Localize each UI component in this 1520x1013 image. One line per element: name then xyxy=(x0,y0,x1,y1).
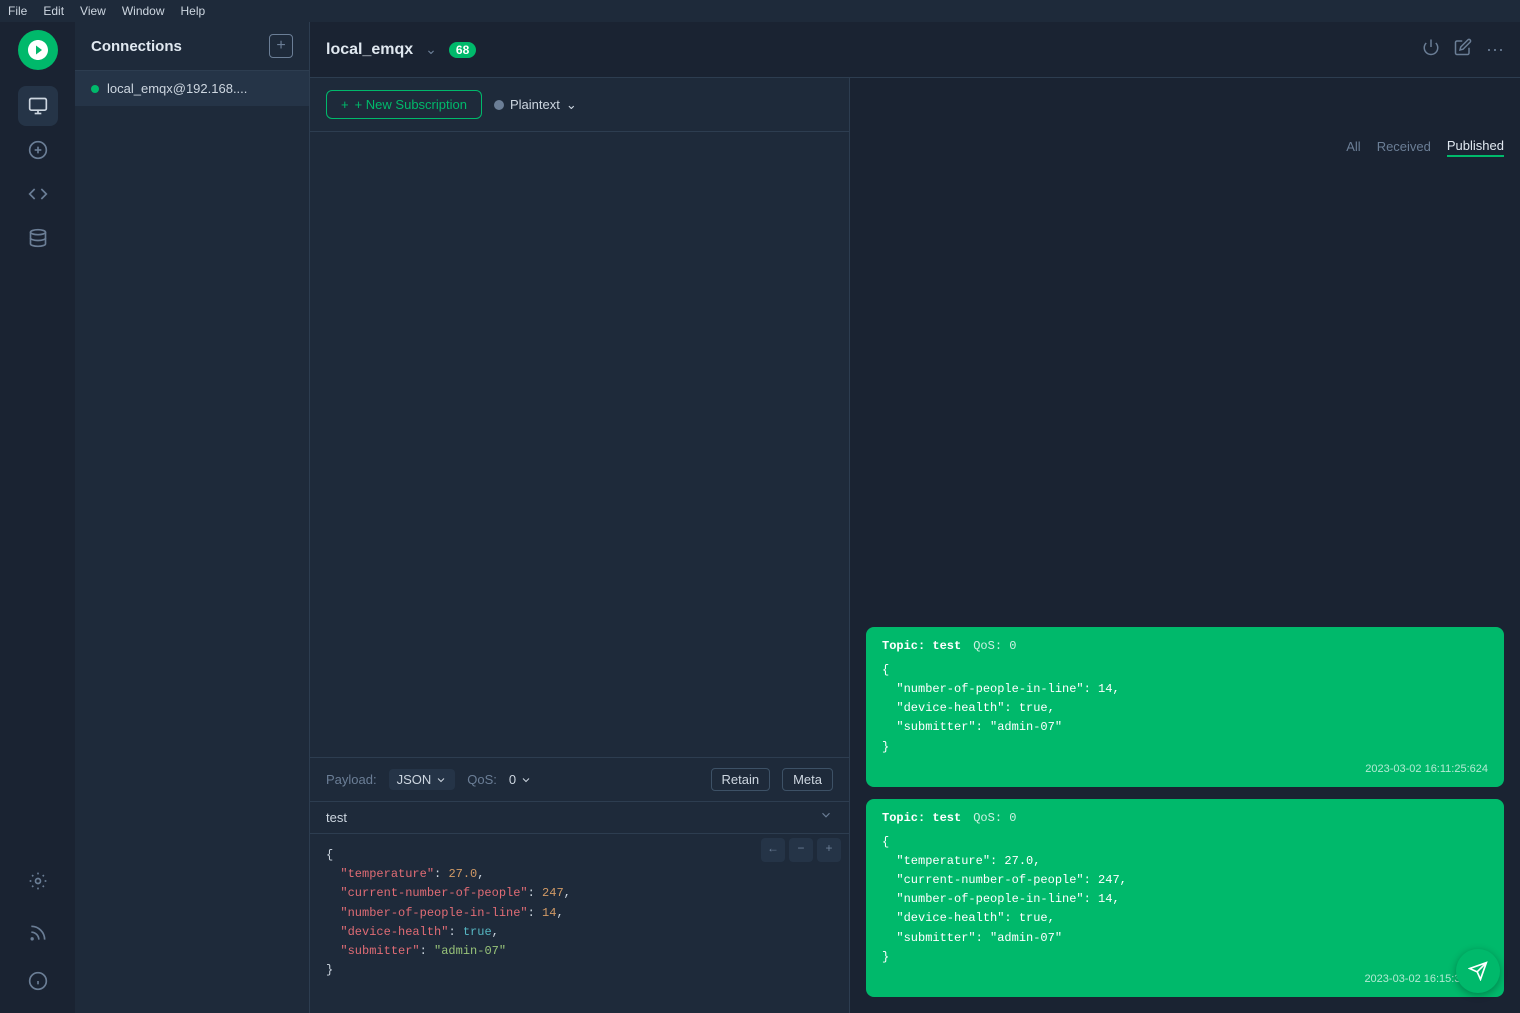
connections-header: Connections + xyxy=(75,22,309,71)
retain-button[interactable]: Retain xyxy=(711,768,771,791)
connection-label: local_emqx@192.168.... xyxy=(107,81,247,96)
sidebar-icon-database[interactable] xyxy=(18,218,58,258)
expand-icon[interactable] xyxy=(819,808,833,827)
menu-help[interactable]: Help xyxy=(181,4,206,18)
chevron-down-icon[interactable]: ⌄ xyxy=(425,41,437,58)
top-bar-actions: ··· xyxy=(1422,38,1504,61)
sidebar-icon-code[interactable] xyxy=(18,174,58,214)
payload-label: Payload: xyxy=(326,772,377,787)
filter-tabs: All Received Published xyxy=(1346,136,1504,157)
messages-panel: All Received Published Topic: test QoS: … xyxy=(850,78,1520,1013)
content-area: + + New Subscription Plaintext ⌄ Payload… xyxy=(310,78,1520,1013)
message-2-topic: Topic: test xyxy=(882,811,961,825)
power-icon[interactable] xyxy=(1422,38,1440,61)
app-body: Connections + local_emqx@192.168.... loc… xyxy=(0,22,1520,1013)
tab-published[interactable]: Published xyxy=(1447,136,1504,157)
qos-dropdown[interactable]: 0 xyxy=(509,772,532,787)
meta-button[interactable]: Meta xyxy=(782,768,833,791)
message-card-1: Topic: test QoS: 0 { "number-of-people-i… xyxy=(866,627,1504,787)
nav-back-button[interactable]: ← xyxy=(761,838,785,862)
sidebar-icon-settings[interactable] xyxy=(18,861,58,901)
send-button[interactable] xyxy=(1456,949,1500,993)
subscription-bar: + + New Subscription Plaintext ⌄ xyxy=(310,78,849,132)
connections-panel: Connections + local_emqx@192.168.... xyxy=(75,22,310,1013)
message-card-2: Topic: test QoS: 0 { "temperature": 27.0… xyxy=(866,799,1504,997)
sidebar-icon-connections[interactable] xyxy=(18,86,58,126)
menu-file[interactable]: File xyxy=(8,4,27,18)
connections-title: Connections xyxy=(91,38,182,55)
format-label: Plaintext xyxy=(510,97,560,112)
sidebar-icon-add[interactable] xyxy=(18,130,58,170)
payload-bar: Payload: JSON QoS: 0 Retain Meta xyxy=(310,757,849,801)
menu-bar: File Edit View Window Help xyxy=(0,0,1520,22)
compose-panel: + + New Subscription Plaintext ⌄ Payload… xyxy=(310,78,850,1013)
more-icon[interactable]: ··· xyxy=(1486,39,1504,60)
messages-spacer xyxy=(866,94,1504,615)
message-1-body: { "number-of-people-in-line": 14, "devic… xyxy=(882,661,1488,757)
tab-all[interactable]: All xyxy=(1346,137,1360,156)
topic-input-area xyxy=(310,801,849,833)
format-chevron-icon: ⌄ xyxy=(566,97,577,113)
active-connection-name: local_emqx xyxy=(326,41,413,59)
main-content: local_emqx ⌄ 68 ··· + + xyxy=(310,22,1520,1013)
qos-value: 0 xyxy=(509,772,516,787)
nav-plus-button[interactable]: + xyxy=(817,838,841,862)
tab-received[interactable]: Received xyxy=(1377,137,1431,156)
topic-input[interactable] xyxy=(326,802,819,833)
message-2-qos: QoS: 0 xyxy=(973,811,1016,825)
sidebar-icon-rss[interactable] xyxy=(18,913,58,953)
message-1-topic: Topic: test xyxy=(882,639,961,653)
menu-view[interactable]: View xyxy=(80,4,106,18)
code-editor[interactable]: { "temperature": 27.0, "current-number-o… xyxy=(310,833,849,1013)
message-2-body: { "temperature": 27.0, "current-number-o… xyxy=(882,833,1488,967)
menu-window[interactable]: Window xyxy=(122,4,165,18)
new-subscription-button[interactable]: + + New Subscription xyxy=(326,90,482,119)
edit-icon[interactable] xyxy=(1454,38,1472,61)
format-value: JSON xyxy=(397,772,432,787)
menu-edit[interactable]: Edit xyxy=(43,4,64,18)
format-selector[interactable]: Plaintext ⌄ xyxy=(494,97,577,113)
connections-add-button[interactable]: + xyxy=(269,34,293,58)
message-2-timestamp: 2023-03-02 16:15:37:871 xyxy=(882,973,1488,985)
connection-status-dot xyxy=(91,85,99,93)
message-count-badge: 68 xyxy=(449,42,476,58)
format-dropdown[interactable]: JSON xyxy=(389,769,456,790)
compose-scroll-area xyxy=(310,132,849,757)
plus-icon: + xyxy=(341,97,349,112)
nav-dash-button[interactable]: − xyxy=(789,838,813,862)
message-card-2-header: Topic: test QoS: 0 xyxy=(882,811,1488,825)
sidebar-icon-info[interactable] xyxy=(18,961,58,1001)
connection-item[interactable]: local_emqx@192.168.... xyxy=(75,71,309,106)
qos-label: QoS: xyxy=(467,772,497,787)
message-1-timestamp: 2023-03-02 16:11:25:624 xyxy=(882,763,1488,775)
new-subscription-label: + New Subscription xyxy=(355,97,467,112)
editor-nav: ← − + xyxy=(761,838,841,862)
message-1-qos: QoS: 0 xyxy=(973,639,1016,653)
message-card-1-header: Topic: test QoS: 0 xyxy=(882,639,1488,653)
format-status-dot xyxy=(494,100,504,110)
top-bar: local_emqx ⌄ 68 ··· xyxy=(310,22,1520,78)
logo xyxy=(18,30,58,70)
icon-sidebar xyxy=(0,22,75,1013)
